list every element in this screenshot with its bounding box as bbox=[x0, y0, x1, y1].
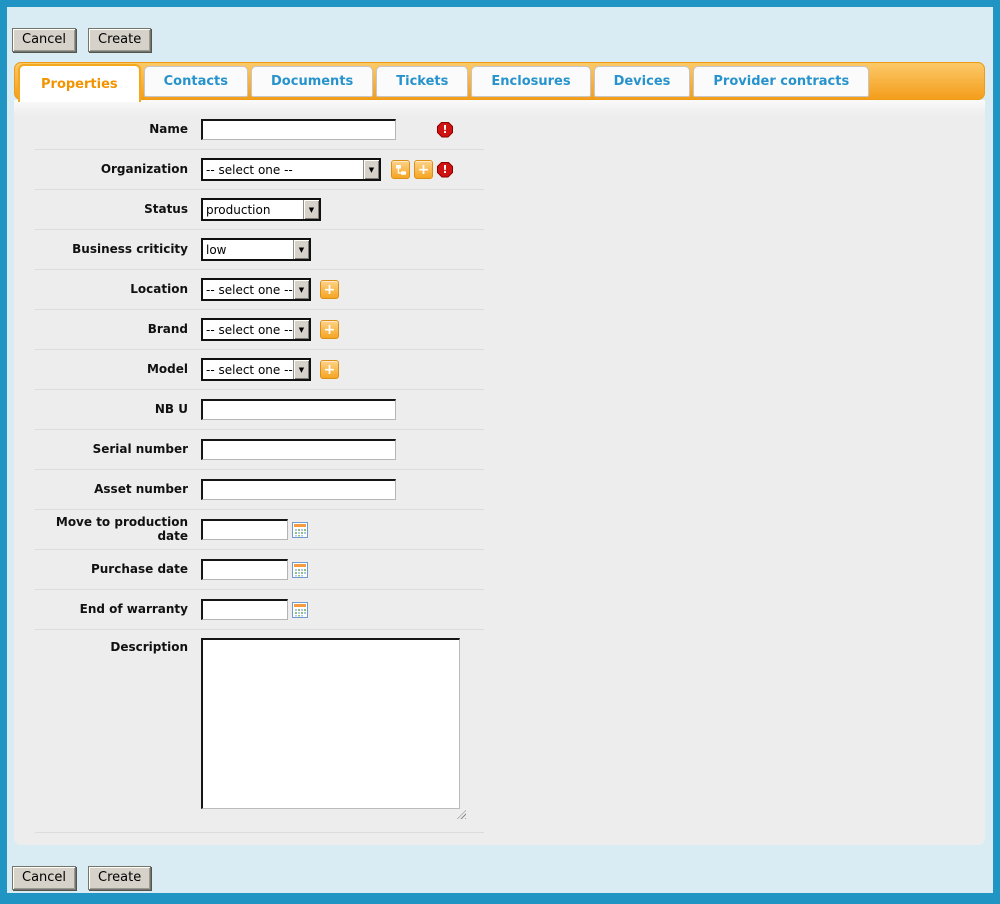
brand-label: Brand bbox=[35, 323, 188, 337]
serial-number-input[interactable] bbox=[201, 439, 396, 460]
dropdown-arrow-icon[interactable]: ▼ bbox=[363, 160, 379, 179]
calendar-icon[interactable] bbox=[292, 562, 308, 578]
properties-tab-panel: Name ! Organization -- select one -- ▼ +… bbox=[14, 100, 985, 845]
add-brand-button[interactable]: + bbox=[320, 320, 339, 339]
model-select[interactable]: -- select one -- ▼ bbox=[201, 358, 311, 381]
organization-select-value: -- select one -- bbox=[203, 160, 363, 179]
business-criticity-select[interactable]: low ▼ bbox=[201, 238, 311, 261]
tab-contacts[interactable]: Contacts bbox=[144, 66, 248, 97]
cancel-button[interactable]: Cancel bbox=[12, 28, 76, 52]
brand-select-value: -- select one -- bbox=[203, 320, 293, 339]
add-location-button[interactable]: + bbox=[320, 280, 339, 299]
tab-devices[interactable]: Devices bbox=[594, 66, 691, 97]
form-row-model: Model -- select one -- ▼ + bbox=[35, 350, 484, 390]
form-row-nb-u: NB U bbox=[35, 390, 484, 430]
form-row-organization: Organization -- select one -- ▼ + ! bbox=[35, 150, 484, 190]
asset-number-label: Asset number bbox=[35, 483, 188, 497]
form-row-description: Description bbox=[35, 630, 484, 833]
status-select-value: production bbox=[203, 200, 303, 219]
plus-icon: + bbox=[418, 163, 430, 177]
purchase-date-input[interactable] bbox=[201, 559, 288, 580]
purchase-date-label: Purchase date bbox=[35, 563, 188, 577]
end-of-warranty-input[interactable] bbox=[201, 599, 288, 620]
dropdown-arrow-icon[interactable]: ▼ bbox=[293, 240, 309, 259]
plus-icon: + bbox=[324, 363, 336, 377]
properties-form: Name ! Organization -- select one -- ▼ +… bbox=[35, 110, 484, 833]
dropdown-arrow-icon[interactable]: ▼ bbox=[293, 320, 309, 339]
location-select-value: -- select one -- bbox=[203, 280, 293, 299]
resize-handle-icon[interactable] bbox=[457, 810, 466, 819]
form-row-location: Location -- select one -- ▼ + bbox=[35, 270, 484, 310]
business-criticity-label: Business criticity bbox=[35, 243, 188, 257]
tab-bar: Properties Contacts Documents Tickets En… bbox=[14, 62, 985, 100]
create-button-bottom[interactable]: Create bbox=[88, 866, 151, 890]
hierarchy-browse-button[interactable] bbox=[391, 160, 410, 179]
serial-number-label: Serial number bbox=[35, 443, 188, 457]
description-label: Description bbox=[35, 638, 188, 655]
name-label: Name bbox=[35, 123, 188, 137]
form-row-serial-number: Serial number bbox=[35, 430, 484, 470]
create-button[interactable]: Create bbox=[88, 28, 151, 52]
add-model-button[interactable]: + bbox=[320, 360, 339, 379]
add-organization-button[interactable]: + bbox=[414, 160, 433, 179]
form-row-move-to-production-date: Move to production date bbox=[35, 510, 484, 550]
location-select[interactable]: -- select one -- ▼ bbox=[201, 278, 311, 301]
form-row-status: Status production ▼ bbox=[35, 190, 484, 230]
business-criticity-select-value: low bbox=[203, 240, 293, 259]
model-label: Model bbox=[35, 363, 188, 377]
create-object-window: { "window": { "top_toolbar": { "cancel":… bbox=[0, 0, 1000, 904]
tab-documents[interactable]: Documents bbox=[251, 66, 373, 97]
plus-icon: + bbox=[324, 323, 336, 337]
dropdown-arrow-icon[interactable]: ▼ bbox=[293, 280, 309, 299]
form-row-name: Name ! bbox=[35, 110, 484, 150]
cancel-button-bottom[interactable]: Cancel bbox=[12, 866, 76, 890]
organization-select[interactable]: -- select one -- ▼ bbox=[201, 158, 381, 181]
brand-select[interactable]: -- select one -- ▼ bbox=[201, 318, 311, 341]
name-input[interactable] bbox=[201, 119, 396, 140]
move-to-production-date-label: Move to production date bbox=[35, 516, 188, 544]
plus-icon: + bbox=[324, 283, 336, 297]
calendar-icon[interactable] bbox=[292, 522, 308, 538]
status-label: Status bbox=[35, 203, 188, 217]
location-label: Location bbox=[35, 283, 188, 297]
dropdown-arrow-icon[interactable]: ▼ bbox=[303, 200, 319, 219]
model-select-value: -- select one -- bbox=[203, 360, 293, 379]
required-icon: ! bbox=[437, 122, 453, 138]
tab-tickets[interactable]: Tickets bbox=[376, 66, 468, 97]
form-row-brand: Brand -- select one -- ▼ + bbox=[35, 310, 484, 350]
dropdown-arrow-icon[interactable]: ▼ bbox=[293, 360, 309, 379]
description-textarea[interactable] bbox=[201, 638, 460, 809]
nb-u-input[interactable] bbox=[201, 399, 396, 420]
end-of-warranty-label: End of warranty bbox=[35, 603, 188, 617]
form-row-end-of-warranty: End of warranty bbox=[35, 590, 484, 630]
hierarchy-icon bbox=[395, 164, 407, 176]
tab-enclosures[interactable]: Enclosures bbox=[471, 66, 590, 97]
form-row-purchase-date: Purchase date bbox=[35, 550, 484, 590]
form-row-asset-number: Asset number bbox=[35, 470, 484, 510]
asset-number-input[interactable] bbox=[201, 479, 396, 500]
tab-provider-contracts[interactable]: Provider contracts bbox=[693, 66, 869, 97]
calendar-icon[interactable] bbox=[292, 602, 308, 618]
nb-u-label: NB U bbox=[35, 403, 188, 417]
form-row-business-criticity: Business criticity low ▼ bbox=[35, 230, 484, 270]
required-icon: ! bbox=[437, 162, 453, 178]
tab-properties[interactable]: Properties bbox=[18, 64, 141, 102]
status-select[interactable]: production ▼ bbox=[201, 198, 321, 221]
move-to-production-date-input[interactable] bbox=[201, 519, 288, 540]
organization-label: Organization bbox=[35, 163, 188, 177]
